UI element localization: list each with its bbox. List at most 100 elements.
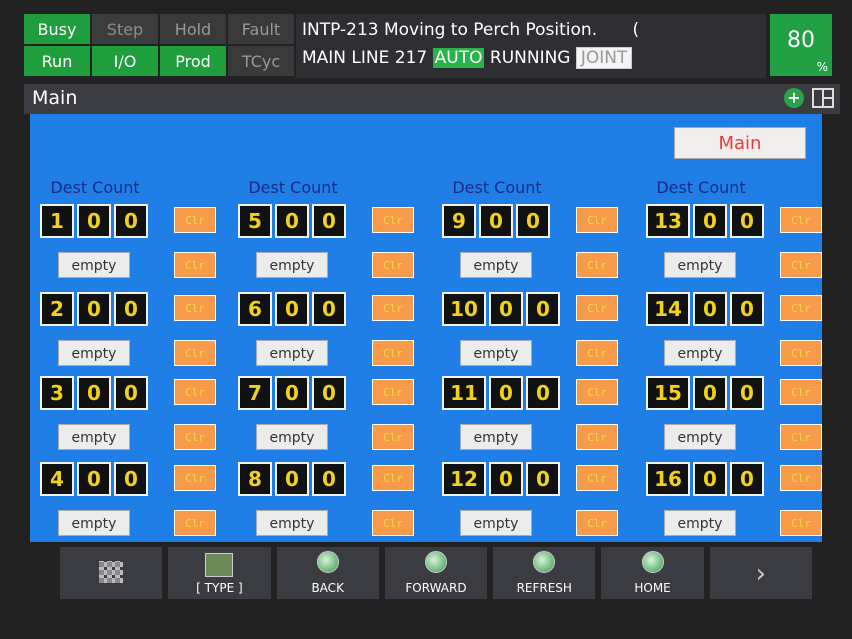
main-button[interactable]: Main (674, 127, 806, 159)
clear-count-button[interactable]: Clr (174, 465, 216, 491)
empty-status-button[interactable]: empty (664, 252, 736, 278)
count-digit: 0 (114, 376, 148, 410)
clear-empty-button[interactable]: Clr (780, 424, 822, 450)
clear-count-button[interactable]: Clr (576, 379, 618, 405)
nav-label: HOME (634, 581, 671, 595)
dest-count-display[interactable]: 800 (238, 462, 346, 496)
clear-count-button[interactable]: Clr (372, 295, 414, 321)
empty-status-button[interactable]: empty (460, 340, 532, 366)
dest-count-display[interactable]: 10 0 0 (442, 292, 560, 326)
count-digit: 6 (238, 292, 272, 326)
clear-empty-button[interactable]: Clr (576, 510, 618, 536)
clear-empty-button[interactable]: Clr (780, 340, 822, 366)
clear-count-button[interactable]: Clr (576, 295, 618, 321)
count-digit: 0 (526, 376, 560, 410)
empty-status-button[interactable]: empty (664, 340, 736, 366)
empty-status-button[interactable]: empty (460, 252, 532, 278)
dest-count-display[interactable]: 12 0 0 (442, 462, 560, 496)
clear-count-button[interactable]: Clr (576, 465, 618, 491)
dest-count-display[interactable]: 13 0 0 (646, 204, 764, 238)
count-digit: 0 (312, 376, 346, 410)
empty-status-button[interactable]: empty (58, 340, 130, 366)
dest-count-header: Dest Count (50, 178, 140, 197)
dest-count-display[interactable]: 900 (442, 204, 550, 238)
count-digit: 2 (40, 292, 74, 326)
count-digit: 5 (238, 204, 272, 238)
count-digit: 9 (442, 204, 476, 238)
clear-empty-button[interactable]: Clr (780, 252, 822, 278)
dest-count-display[interactable]: 300 (40, 376, 148, 410)
clear-empty-button[interactable]: Clr (576, 424, 618, 450)
nav-button-menu[interactable] (60, 547, 163, 599)
clear-count-button[interactable]: Clr (372, 465, 414, 491)
clear-empty-button[interactable]: Clr (174, 510, 216, 536)
clear-count-button[interactable]: Clr (780, 295, 822, 321)
message-line-2: MAIN LINE 217 AUTO RUNNING JOINT (302, 44, 760, 72)
clear-empty-button[interactable]: Clr (372, 510, 414, 536)
empty-status-button[interactable]: empty (256, 252, 328, 278)
clear-count-button[interactable]: Clr (780, 207, 822, 233)
clear-count-button[interactable]: Clr (780, 379, 822, 405)
zoom-in-icon[interactable]: + (784, 88, 804, 108)
empty-status-button[interactable]: empty (664, 510, 736, 536)
empty-status-button[interactable]: empty (256, 424, 328, 450)
count-digit: 4 (40, 462, 74, 496)
dest-count-display[interactable]: 700 (238, 376, 346, 410)
count-digit: 0 (275, 376, 309, 410)
empty-status-button[interactable]: empty (664, 424, 736, 450)
status-fault: Fault (228, 14, 294, 44)
nav-button-home[interactable]: HOME (601, 547, 704, 599)
count-digit: 0 (526, 462, 560, 496)
type-icon (205, 553, 234, 577)
dest-count-display[interactable]: 14 0 0 (646, 292, 764, 326)
speed-override[interactable]: 80 % (770, 14, 832, 76)
clear-count-button[interactable]: Clr (174, 379, 216, 405)
nav-button-next[interactable]: › (709, 547, 812, 599)
dest-count-display[interactable]: 200 (40, 292, 148, 326)
nav-button-refresh[interactable]: REFRESH (493, 547, 596, 599)
dest-count-display[interactable]: 16 0 0 (646, 462, 764, 496)
count-digit: 1 (40, 204, 74, 238)
clear-empty-button[interactable]: Clr (780, 510, 822, 536)
clear-count-button[interactable]: Clr (174, 295, 216, 321)
clear-count-button[interactable]: Clr (372, 379, 414, 405)
empty-status-button[interactable]: empty (58, 510, 130, 536)
count-digit: 0 (489, 376, 523, 410)
clear-empty-button[interactable]: Clr (372, 340, 414, 366)
split-window-icon[interactable] (812, 88, 834, 108)
clear-empty-button[interactable]: Clr (576, 340, 618, 366)
empty-status-button[interactable]: empty (256, 510, 328, 536)
empty-status-button[interactable]: empty (256, 340, 328, 366)
empty-status-button[interactable]: empty (460, 424, 532, 450)
coord-badge: JOINT (575, 47, 633, 69)
clear-empty-button[interactable]: Clr (576, 252, 618, 278)
clear-empty-button[interactable]: Clr (372, 424, 414, 450)
status-message: INTP-213 Moving to Perch Position. ( MAI… (296, 14, 766, 78)
clear-empty-button[interactable]: Clr (372, 252, 414, 278)
empty-status-button[interactable]: empty (58, 424, 130, 450)
clear-count-button[interactable]: Clr (372, 207, 414, 233)
count-digit: 0 (730, 376, 764, 410)
empty-status-button[interactable]: empty (58, 252, 130, 278)
nav-button-type[interactable]: [ TYPE ] (168, 547, 271, 599)
dest-count-display[interactable]: 400 (40, 462, 148, 496)
nav-button-back[interactable]: BACK (276, 547, 379, 599)
count-digit: 0 (693, 292, 727, 326)
clear-count-button[interactable]: Clr (576, 207, 618, 233)
clear-count-button[interactable]: Clr (780, 465, 822, 491)
dest-count-display[interactable]: 15 0 0 (646, 376, 764, 410)
count-digit: 0 (275, 462, 309, 496)
dest-count-display[interactable]: 600 (238, 292, 346, 326)
status-step: Step (92, 14, 158, 44)
dest-count-display[interactable]: 11 0 0 (442, 376, 560, 410)
status-busy: Busy (24, 14, 90, 44)
count-digit: 13 (646, 204, 690, 238)
empty-status-button[interactable]: empty (460, 510, 532, 536)
nav-button-forward[interactable]: FORWARD (384, 547, 488, 599)
dest-count-display[interactable]: 100 (40, 204, 148, 238)
clear-empty-button[interactable]: Clr (174, 340, 216, 366)
clear-empty-button[interactable]: Clr (174, 252, 216, 278)
clear-count-button[interactable]: Clr (174, 207, 216, 233)
clear-empty-button[interactable]: Clr (174, 424, 216, 450)
dest-count-display[interactable]: 500 (238, 204, 346, 238)
